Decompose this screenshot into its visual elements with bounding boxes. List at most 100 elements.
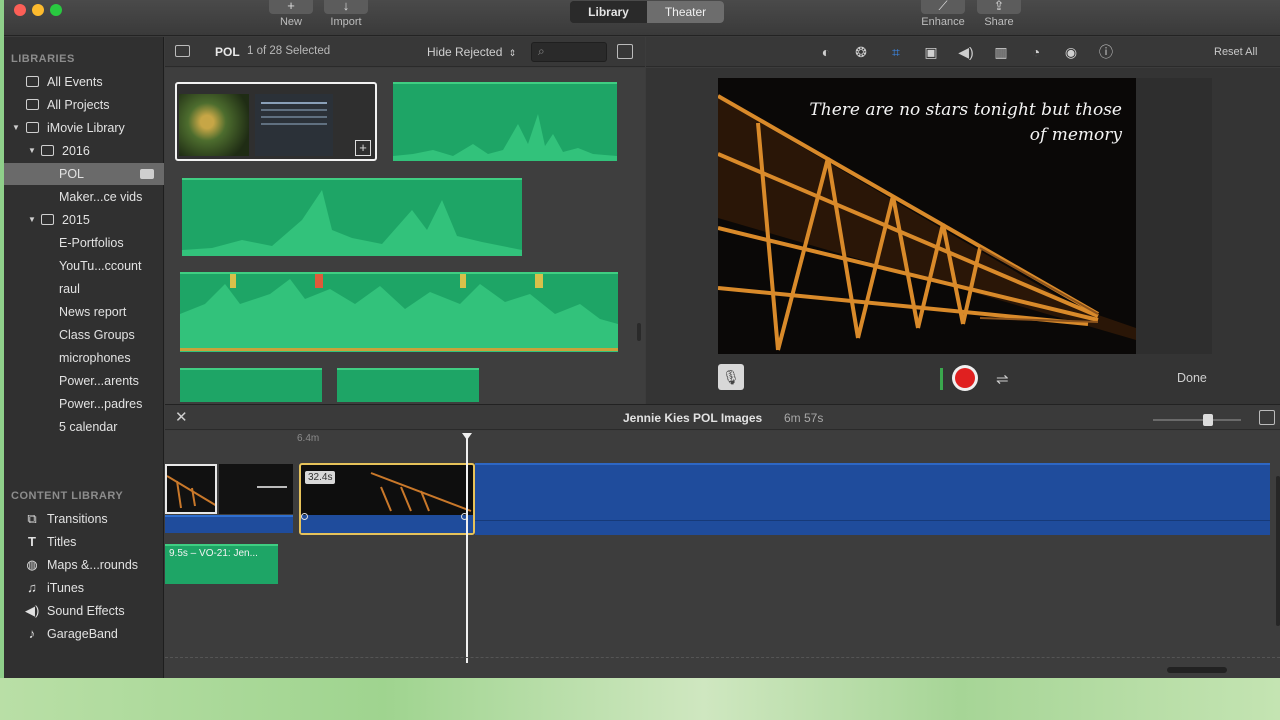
sidebar-item-sound-effects[interactable]: ◀) Sound Effects <box>4 600 164 622</box>
playhead[interactable] <box>462 433 472 663</box>
fade-handle-left[interactable] <box>301 513 308 520</box>
browser-clip-audio-5[interactable] <box>337 368 479 402</box>
sidebar-item-all-events[interactable]: All Events <box>4 71 164 93</box>
sidebar-item-5-calendar[interactable]: 5 calendar <box>4 416 164 438</box>
titles-icon: T <box>28 534 36 549</box>
sidebar-item-class-groups[interactable]: Class Groups <box>4 324 164 346</box>
libraries-sidebar: LIBRARIES All Events All Projects ▼ iMov… <box>4 37 164 678</box>
sidebar-item-news-report[interactable]: News report <box>4 301 164 323</box>
timeline-clip-audio-strip <box>165 515 293 533</box>
imovie-window: + New ↓ Import Library Theater ⟋ Enhance… <box>4 0 1280 678</box>
sidebar-item-power-padres[interactable]: Power...padres <box>4 393 164 415</box>
zoom-slider-thumb[interactable] <box>1203 414 1213 426</box>
view-mode-toggle: Library Theater <box>570 1 724 23</box>
sidebar-item-all-projects[interactable]: All Projects <box>4 94 164 116</box>
timeline-horizontal-scrollbar[interactable] <box>1167 667 1227 673</box>
microphone-icon[interactable]: 🎙 <box>718 364 744 390</box>
browser-clip-selected[interactable]: + <box>175 82 377 161</box>
folder-icon <box>41 214 54 225</box>
filmstrip-settings-icon[interactable] <box>617 44 633 59</box>
reset-all-button[interactable]: Reset All <box>1214 46 1257 58</box>
sidebar-item-microphones[interactable]: microphones <box>4 347 164 369</box>
event-browser: + <box>165 68 645 404</box>
browser-clip-audio-2[interactable] <box>182 178 522 256</box>
viewer-image: There are no stars tonight but those of … <box>718 78 1136 354</box>
timeline-vertical-scrollbar[interactable] <box>1276 476 1280 626</box>
audio-clip-label: 9.5s – VO-21: Jen... <box>169 548 258 559</box>
color-balance-icon[interactable]: ◐ <box>817 43 835 61</box>
libraries-heading: LIBRARIES <box>11 53 75 65</box>
timeline-clip-2[interactable] <box>219 464 293 514</box>
color-correction-icon[interactable]: ❂ <box>852 43 870 61</box>
tab-theater[interactable]: Theater <box>647 1 724 23</box>
browser-clip-audio-3[interactable] <box>180 272 618 352</box>
sidebar-item-garageband[interactable]: ♪ GarageBand <box>4 623 164 645</box>
sidebar-item-raul[interactable]: raul <box>4 278 164 300</box>
disclosure-triangle-icon[interactable]: ▼ <box>28 209 36 231</box>
crop-icon[interactable]: ⌗ <box>887 43 905 61</box>
waveform-graphic <box>393 114 617 161</box>
disclosure-triangle-icon[interactable]: ▼ <box>28 140 36 162</box>
star-icon <box>26 76 39 87</box>
disclosure-triangle-icon[interactable]: ▼ <box>12 117 20 139</box>
stabilization-icon[interactable]: ▣ <box>922 43 940 61</box>
zoom-slider[interactable] <box>1153 414 1241 426</box>
playhead-marker-icon <box>462 433 472 440</box>
timeline-settings-icon[interactable] <box>1259 410 1275 425</box>
import-button[interactable]: ↓ Import <box>323 0 369 30</box>
sidebar-item-power-parents[interactable]: Power...arents <box>4 370 164 392</box>
timeline-clip-1[interactable] <box>165 464 217 514</box>
toolbar: + New ↓ Import Library Theater ⟋ Enhance… <box>4 0 1280 36</box>
browser-clip-audio-1[interactable] <box>393 82 617 161</box>
project-duration: 6m 57s <box>784 411 824 425</box>
clip-filter-icon[interactable]: ◉ <box>1062 43 1080 61</box>
hide-rejected-popup[interactable]: Hide Rejected ⇕ <box>427 45 516 59</box>
sidebar-item-pol[interactable]: POL <box>4 163 164 185</box>
sidebar-item-e-portfolios[interactable]: E-Portfolios <box>4 232 164 254</box>
timeline-header: ✕ Jennie Kies POL Images 6m 57s <box>165 404 1280 430</box>
sidebar-item-maps-backgrounds[interactable]: ◍ Maps &...rounds <box>4 554 164 576</box>
sidebar-item-transitions[interactable]: ⧉ Transitions <box>4 508 164 530</box>
record-button[interactable] <box>952 365 978 391</box>
equalizer-icon[interactable]: ▥ <box>992 43 1010 61</box>
info-icon[interactable]: ⓘ <box>1097 43 1115 61</box>
event-badge-icon <box>140 169 154 179</box>
timeline-audio-clip[interactable]: 9.5s – VO-21: Jen... <box>165 544 278 584</box>
voiceover-options-icon[interactable]: ⇌ <box>996 370 1009 388</box>
ruler-mark: 6.4m <box>297 433 320 444</box>
speed-icon[interactable]: ◔ <box>1027 43 1045 61</box>
timeline-clip-selected[interactable]: 32.4s <box>299 463 475 535</box>
close-window-button[interactable] <box>14 4 26 16</box>
new-button[interactable]: + New <box>268 0 314 30</box>
sidebar-item-youtube-account[interactable]: YouTu...ccount <box>4 255 164 277</box>
project-title: Jennie Kies POL Images <box>623 411 763 425</box>
desktop-background <box>0 678 1280 720</box>
enhance-button[interactable]: ⟋ Enhance <box>920 0 966 30</box>
search-input[interactable]: ⌕ <box>531 42 607 62</box>
sidebar-item-maker-vids[interactable]: Maker...ce vids <box>4 186 164 208</box>
music-note-icon: ♫ <box>27 580 37 595</box>
minimize-window-button[interactable] <box>32 4 44 16</box>
library-grid-icon <box>26 122 39 133</box>
share-icon: ⇪ <box>977 0 1021 14</box>
volume-icon[interactable]: ◀) <box>957 43 975 61</box>
maximize-window-button[interactable] <box>50 4 62 16</box>
timeline: 6.4m 32.4s 9.5s – VO-21: Jen... <box>165 431 1280 678</box>
close-timeline-icon[interactable]: ✕ <box>175 408 188 426</box>
sidebar-item-itunes[interactable]: ♫ iTunes <box>4 577 164 599</box>
browser-scrollbar[interactable] <box>637 323 641 341</box>
done-button[interactable]: Done <box>1177 371 1207 385</box>
sidebar-toggle-icon[interactable] <box>175 45 190 57</box>
sidebar-item-2015[interactable]: ▼ 2015 <box>4 209 164 231</box>
sidebar-item-imovie-library[interactable]: ▼ iMovie Library <box>4 117 164 139</box>
sidebar-item-titles[interactable]: T Titles <box>4 531 164 553</box>
share-button[interactable]: ⇪ Share <box>976 0 1022 30</box>
browser-clip-audio-4[interactable] <box>180 368 322 402</box>
sidebar-item-2016[interactable]: ▼ 2016 <box>4 140 164 162</box>
add-to-project-icon[interactable]: + <box>355 140 371 156</box>
tab-library[interactable]: Library <box>570 1 647 23</box>
speaker-icon: ◀) <box>25 603 40 618</box>
waveform-graphic <box>180 274 618 352</box>
timeline-clip-long[interactable] <box>475 463 1270 535</box>
viewer: There are no stars tonight but those of … <box>646 68 1280 404</box>
